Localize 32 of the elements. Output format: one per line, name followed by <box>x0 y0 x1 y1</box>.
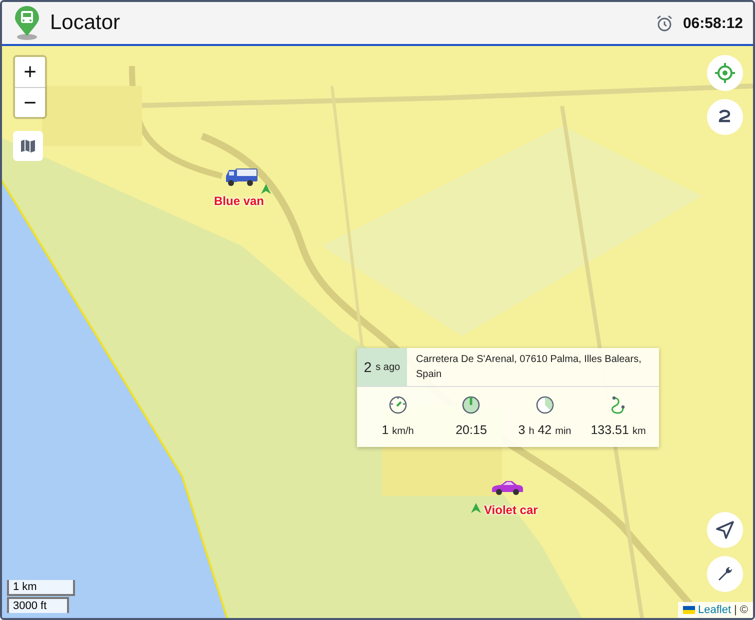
flag-icon <box>683 606 695 614</box>
car-icon[interactable] <box>490 479 524 497</box>
copyright-text: © <box>740 604 748 616</box>
address-text: Carretera De S'Arenal, 07610 Palma, Illes Balears, Spain <box>415 353 642 382</box>
age-label: 2 s ago <box>357 348 407 386</box>
scale-bar: 3000 ft <box>7 597 69 613</box>
navigation-arrow-icon <box>715 520 735 540</box>
app-title: Locator <box>50 11 122 35</box>
vehicle-label: Violet car <box>484 503 538 517</box>
clock-time: 06:58:12 <box>682 14 743 32</box>
leaflet-link[interactable]: Leaflet <box>683 604 732 616</box>
zoom-in-button[interactable]: + <box>15 57 45 87</box>
speedometer-icon <box>388 395 408 415</box>
time-value: 20:15 <box>456 423 487 437</box>
attribution-separator: | <box>734 604 737 616</box>
zoom-out-button[interactable]: − <box>15 87 45 117</box>
bus-pin-icon <box>14 6 40 40</box>
pie-icon <box>534 395 555 415</box>
wrench-icon <box>717 566 733 582</box>
duration-value: 3 h 42 min <box>518 423 572 437</box>
alarm-clock-icon <box>656 14 673 32</box>
map-layers-button[interactable] <box>13 131 43 161</box>
heading-arrow-icon <box>260 183 272 195</box>
van-icon[interactable] <box>224 168 258 188</box>
scale-bar: 1 km <box>7 580 75 596</box>
clock-icon <box>461 395 482 415</box>
crosshair-icon <box>714 62 736 84</box>
vehicle-label: Blue van <box>214 194 264 208</box>
speed-value: 1 km/h <box>382 423 414 437</box>
distance-value: 133.51 km <box>590 423 646 437</box>
map-icon <box>20 138 36 154</box>
heading-arrow-icon <box>470 502 482 514</box>
